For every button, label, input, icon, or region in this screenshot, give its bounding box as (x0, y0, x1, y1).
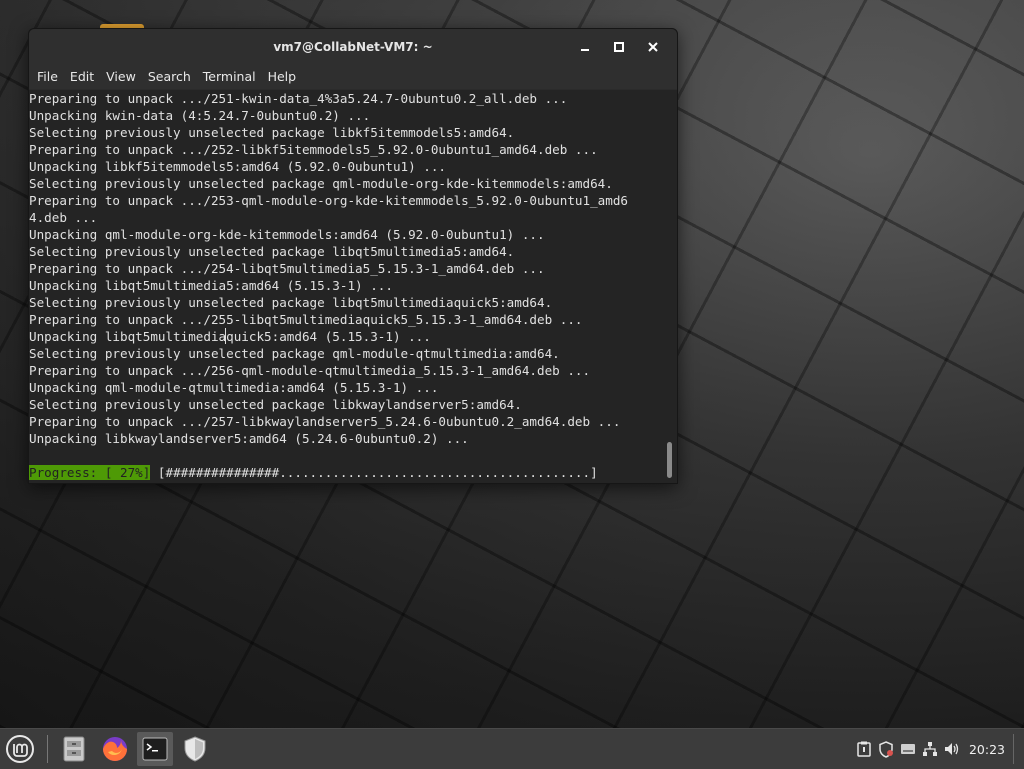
firefox-launcher[interactable] (97, 732, 133, 766)
terminal-line: Selecting previously unselected package … (29, 176, 613, 191)
terminal-line: Unpacking libqt5multimediaquick5:amd64 (… (29, 329, 431, 344)
maximize-icon (614, 42, 624, 52)
minimize-icon (581, 49, 589, 51)
terminal-line: Preparing to unpack .../257-libkwaylands… (29, 414, 621, 429)
terminal-line: Unpacking kwin-data (4:5.24.7-0ubuntu0.2… (29, 108, 371, 123)
menu-view[interactable]: View (100, 65, 142, 89)
volume-icon[interactable] (941, 738, 963, 760)
terminal-output[interactable]: Preparing to unpack .../251-kwin-data_4%… (29, 90, 663, 483)
clipboard-icon[interactable] (853, 738, 875, 760)
terminal-line: Preparing to unpack .../252-libkf5itemmo… (29, 142, 598, 157)
terminal-line: Preparing to unpack .../251-kwin-data_4%… (29, 91, 568, 106)
scrollbar[interactable] (663, 90, 677, 483)
terminal-line: Unpacking libkwaylandserver5:amd64 (5.24… (29, 431, 469, 446)
terminal-line: Unpacking qml-module-org-kde-kitemmodels… (29, 227, 545, 242)
terminal-line: Selecting previously unselected package … (29, 346, 560, 361)
text-cursor-icon (225, 328, 228, 344)
show-desktop-button[interactable] (1013, 734, 1014, 764)
terminal-line: Unpacking libqt5multimedia5:amd64 (5.15.… (29, 278, 393, 293)
window-title: vm7@CollabNet-VM7: ~ (273, 40, 433, 54)
terminal-window[interactable]: vm7@CollabNet-VM7: ~ File Edit View Sear… (28, 28, 678, 484)
shield-icon (184, 736, 206, 762)
terminal-task-button[interactable] (137, 732, 173, 766)
menu-bar: File Edit View Search Terminal Help (29, 65, 677, 89)
menu-edit[interactable]: Edit (64, 65, 100, 89)
close-button[interactable] (637, 35, 669, 59)
taskbar: 20:23 (0, 728, 1024, 769)
terminal-line: Selecting previously unselected package … (29, 244, 515, 259)
menu-terminal[interactable]: Terminal (197, 65, 262, 89)
terminal-line: Preparing to unpack .../255-libqt5multim… (29, 312, 583, 327)
close-icon (648, 42, 658, 52)
menu-help[interactable]: Help (262, 65, 303, 89)
terminal-line: Unpacking libkf5itemmodels5:amd64 (5.92.… (29, 159, 447, 174)
menu-file[interactable]: File (31, 65, 64, 89)
mint-menu-icon (6, 735, 34, 763)
terminal-line: Selecting previously unselected package … (29, 295, 553, 310)
clock[interactable]: 20:23 (969, 742, 1005, 757)
maximize-button[interactable] (603, 35, 635, 59)
file-manager-launcher[interactable] (56, 732, 92, 766)
terminal-line: Unpacking qml-module-qtmultimedia:amd64 … (29, 380, 439, 395)
network-icon[interactable] (919, 738, 941, 760)
mint-menu-button[interactable] (2, 732, 38, 766)
terminal-line: Selecting previously unselected package … (29, 397, 522, 412)
title-bar[interactable]: vm7@CollabNet-VM7: ~ (29, 29, 677, 65)
update-manager-launcher[interactable] (177, 732, 213, 766)
firefox-icon (103, 737, 127, 761)
file-manager-icon (63, 736, 85, 762)
minimize-button[interactable] (569, 35, 601, 59)
scrollbar-thumb[interactable] (667, 442, 672, 478)
terminal-line: 4.deb ... (29, 210, 98, 225)
progress-label: Progress: [ 27%] (29, 465, 151, 480)
terminal-line: Preparing to unpack .../253-qml-module-o… (29, 193, 628, 208)
window-controls (569, 35, 669, 59)
terminal-line: Preparing to unpack .../254-libqt5multim… (29, 261, 545, 276)
terminal-line: Preparing to unpack .../256-qml-module-q… (29, 363, 591, 378)
progress-line: Progress: [ 27%] [###############.......… (29, 464, 663, 481)
drive-icon[interactable] (897, 738, 919, 760)
terminal-icon (142, 737, 168, 761)
shield-update-icon[interactable] (875, 738, 897, 760)
system-tray: 20:23 (853, 729, 1024, 769)
terminal-line: Selecting previously unselected package … (29, 125, 515, 140)
progress-bar-text: [###############........................… (150, 465, 598, 480)
taskbar-separator (47, 735, 48, 763)
menu-search[interactable]: Search (142, 65, 197, 89)
